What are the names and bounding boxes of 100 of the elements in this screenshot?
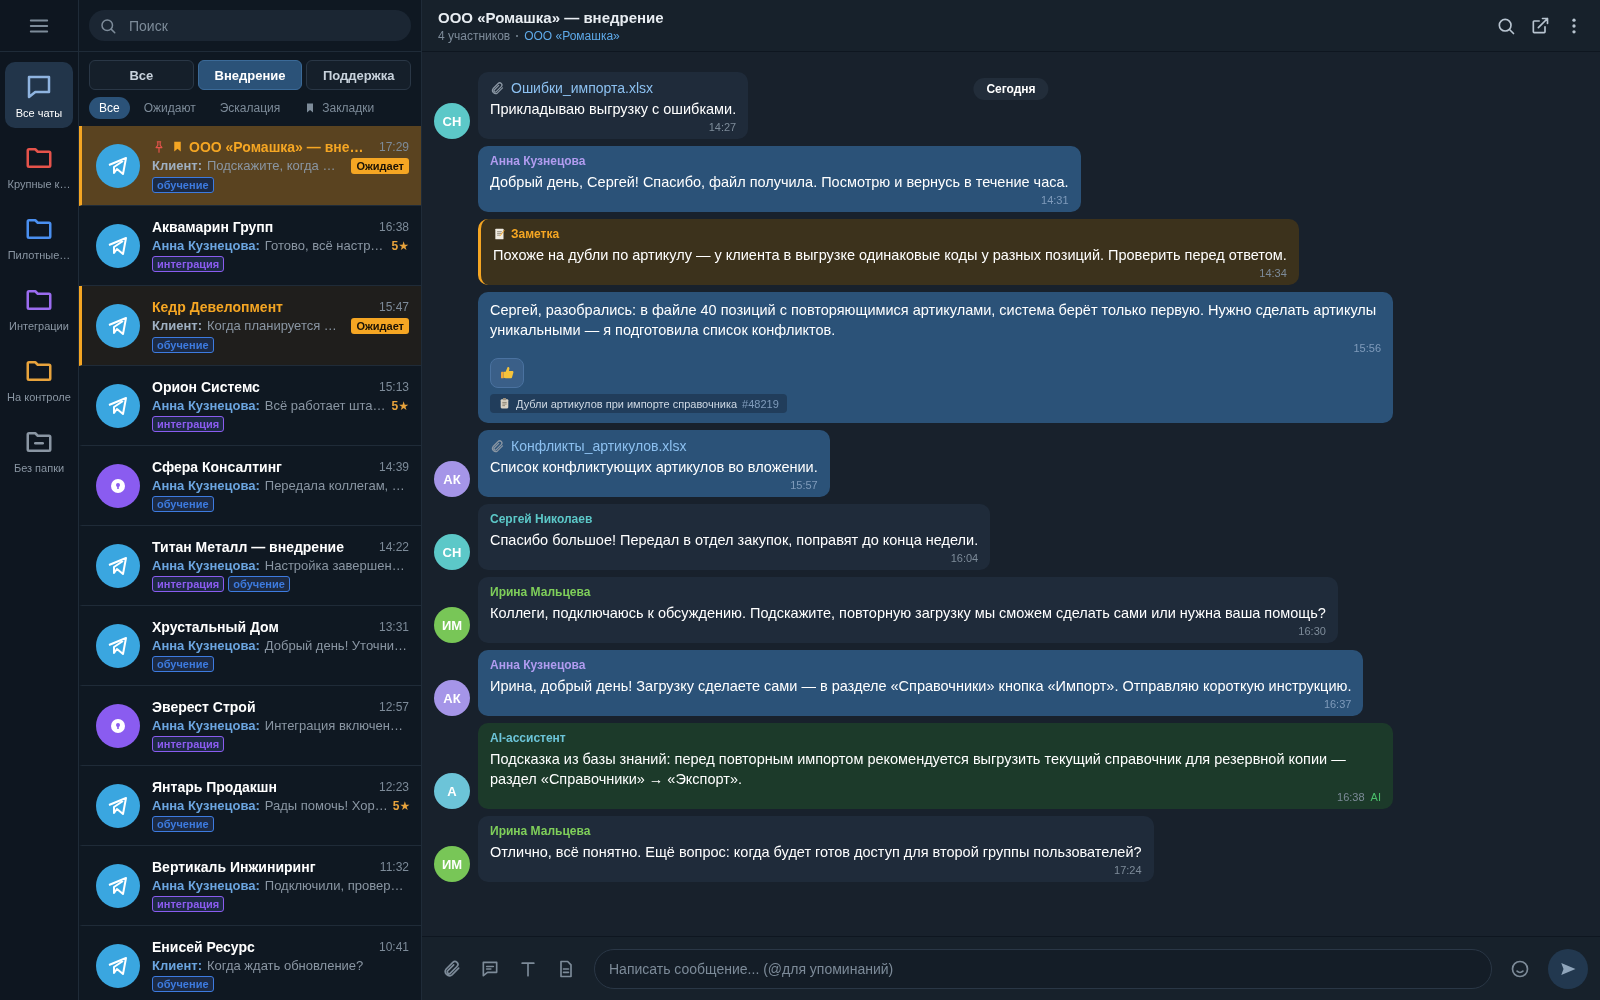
chat-time: 13:31 bbox=[378, 620, 409, 634]
rating: 5★ bbox=[391, 398, 409, 413]
paperclip-icon[interactable] bbox=[442, 958, 462, 979]
ai-label: AI bbox=[1370, 791, 1381, 803]
chat-name: Янтарь Продакшн bbox=[152, 779, 278, 795]
chat-list-item[interactable]: Орион Системс 15:13 Анна Кузнецова: Всё работает шта… 5★ интеграция bbox=[79, 366, 421, 446]
chat-time: 12:23 bbox=[378, 780, 409, 794]
message-time: 16:38 bbox=[1337, 791, 1365, 803]
sender-label: Анна Кузнецова: bbox=[152, 478, 260, 493]
user-avatar: АК bbox=[434, 461, 470, 497]
chat-list-item[interactable]: Титан Металл — внедрение 14:22 Анна Кузнецова: Настройка завершен… интеграция обучение bbox=[79, 526, 421, 606]
folder-item[interactable]: Все чаты bbox=[5, 62, 73, 128]
sender-name: AI-ассистент bbox=[490, 731, 566, 745]
chat-time: 15:13 bbox=[378, 380, 409, 394]
chat-list-item[interactable]: Сфера Консалтинг 14:39 Анна Кузнецова: Передала коллегам, … обучение bbox=[79, 446, 421, 526]
folder-item[interactable]: Интеграции bbox=[5, 275, 73, 341]
sender-label: Анна Кузнецова: bbox=[152, 558, 260, 573]
tag: интеграция bbox=[152, 736, 225, 752]
folder-item[interactable]: На контроле bbox=[5, 346, 73, 412]
user-avatar: СН bbox=[434, 534, 470, 570]
message-text: Спасибо большое! Передал в отдел закупок, поправят до конца недели. bbox=[490, 531, 979, 550]
chat-list-item[interactable]: Енисей Ресурс 10:41 Клиент: Когда ждать обновление? обучение bbox=[79, 926, 421, 1000]
message-preview: Когда планируется … bbox=[206, 318, 338, 333]
file-link[interactable]: Ошибки_импорта.xlsx bbox=[511, 80, 654, 96]
message-text: Список конфликтующих артикулов во вложении. bbox=[490, 458, 818, 477]
chat-time: 11:32 bbox=[379, 860, 409, 874]
chat-list-item[interactable]: Хрустальный Дом 13:31 Анна Кузнецова: Добрый день! Уточни… обучение bbox=[79, 606, 421, 686]
tab[interactable]: Поддержка bbox=[306, 60, 411, 90]
tag: интеграция bbox=[152, 256, 225, 272]
chat-time: 14:39 bbox=[378, 460, 409, 474]
chat-list-item[interactable]: Вертикаль Инжиниринг 11:32 Анна Кузнецова: Подключили, провер… интеграция bbox=[79, 846, 421, 926]
rating: 5★ bbox=[392, 798, 411, 813]
chat-list-item[interactable]: Янтарь Продакшн 12:23 Анна Кузнецова: Рады помочь! Хор… 5★ обучение bbox=[79, 766, 421, 846]
message-text: Прикладываю выгрузку с ошибками. bbox=[490, 100, 737, 119]
message-input[interactable]: Написать сообщение... (@для упоминаний) bbox=[594, 948, 1492, 989]
folder-item[interactable]: Пилотные… bbox=[5, 204, 73, 270]
company-link[interactable]: ООО «Ромашка» bbox=[524, 28, 620, 43]
message-time: 15:56 bbox=[1353, 342, 1381, 354]
paperclip-icon bbox=[490, 80, 505, 96]
user-avatar: ИМ bbox=[434, 846, 470, 882]
chat-time: 17:29 bbox=[378, 139, 409, 154]
emoji-icon[interactable] bbox=[1510, 958, 1530, 979]
sender-label: Анна Кузнецова: bbox=[152, 638, 260, 653]
memo-icon bbox=[493, 227, 507, 241]
sender-label: Клиент: bbox=[152, 158, 202, 173]
message-time: 16:37 bbox=[1323, 698, 1352, 710]
tag: обучение bbox=[152, 656, 214, 672]
chat-name: ООО «Ромашка» — вне… bbox=[189, 138, 365, 155]
message-time: 14:27 bbox=[708, 121, 737, 133]
message-time: 14:34 bbox=[1259, 267, 1287, 279]
message-text: Подсказка из базы знаний: перед повторным импортом рекомендуется выгрузить текущий справочник для резервной копии — раздел «Справочники» → «Экспорт». bbox=[490, 750, 1347, 789]
ticket-number: #48219 bbox=[742, 397, 779, 410]
search-icon bbox=[99, 17, 117, 35]
send-button[interactable] bbox=[1548, 948, 1588, 989]
message-text: Похоже на дубли по артикулу — у клиента в выгрузке одинаковые коды у разных позиций. Проверить перед ответом. bbox=[493, 246, 1287, 265]
tab[interactable]: Внедрение bbox=[197, 60, 303, 90]
paperclip-icon bbox=[490, 438, 505, 454]
user-avatar: АК bbox=[434, 680, 470, 716]
external-link-icon[interactable] bbox=[1530, 15, 1550, 36]
sender-name: Анна Кузнецова bbox=[490, 154, 586, 168]
sender-name: Ирина Мальцева bbox=[490, 824, 591, 838]
filter-chip[interactable]: Все bbox=[89, 97, 130, 119]
user-avatar: А bbox=[434, 773, 470, 809]
message-time: 16:04 bbox=[950, 552, 979, 564]
chat-name: Орион Системс bbox=[152, 379, 261, 395]
chat-list-item[interactable]: Кедр Девелопмент 15:47 Клиент: Когда планируется … Ожидает обучение bbox=[79, 286, 421, 366]
clipboard-icon bbox=[498, 397, 511, 410]
message-preview: Подключили, провер… bbox=[264, 878, 405, 893]
rating: 5★ bbox=[391, 238, 409, 253]
tag: обучение bbox=[152, 976, 214, 992]
chat-name: Хрустальный Дом bbox=[152, 619, 280, 635]
message-time: 14:31 bbox=[1041, 194, 1069, 206]
file-link[interactable]: Конфликты_артикулов.xlsx bbox=[511, 438, 687, 454]
ticket-link[interactable]: Дубли артикулов при импорте справочника #48219 bbox=[490, 394, 787, 413]
reaction-button[interactable] bbox=[490, 358, 524, 388]
filter-chip[interactable]: Эскалация bbox=[209, 97, 291, 119]
tag: обучение bbox=[228, 576, 290, 592]
tag: интеграция bbox=[152, 576, 225, 592]
tab[interactable]: Все bbox=[89, 60, 194, 90]
folder-item[interactable]: Без папки bbox=[5, 417, 73, 483]
chat-list-item[interactable]: ООО «Ромашка» — вне… 17:29 Клиент: Подскажите, когда … Ожидает обучение bbox=[79, 126, 421, 206]
chat-title: ООО «Ромашка» — внедрение bbox=[438, 8, 664, 26]
filter-chip[interactable]: Закладки bbox=[294, 97, 385, 119]
message-preview: Готово, всё настр… bbox=[264, 238, 385, 253]
message-preview: Интеграция включен… bbox=[264, 718, 404, 733]
sender-label: Анна Кузнецова: bbox=[152, 238, 260, 253]
message-preview: Подскажите, когда … bbox=[206, 158, 337, 173]
message-preview: Добрый день! Уточни… bbox=[264, 638, 409, 653]
tag: интеграция bbox=[152, 896, 225, 912]
folder-item[interactable]: Крупные к… bbox=[5, 133, 73, 199]
chat-list-item[interactable]: Эверест Строй 12:57 Анна Кузнецова: Интеграция включен… интеграция bbox=[79, 686, 421, 766]
filter-chip[interactable]: Ожидают bbox=[133, 97, 206, 119]
status-badge: Ожидает bbox=[351, 317, 409, 334]
sender-label: Анна Кузнецова: bbox=[152, 718, 260, 733]
search-field[interactable]: Поиск bbox=[89, 10, 411, 41]
tag: обучение bbox=[152, 496, 214, 512]
tag: обучение bbox=[152, 176, 214, 193]
message-text: Отлично, всё понятно. Ещё вопрос: когда будет готов доступ для второй группы пользователей? bbox=[490, 843, 1142, 862]
message-text: Коллеги, подключаюсь к обсуждению. Подскажите, повторную загрузку мы сможем сделать сами или нужна ваша помощь? bbox=[490, 604, 1326, 623]
message-time: 16:30 bbox=[1298, 625, 1326, 637]
